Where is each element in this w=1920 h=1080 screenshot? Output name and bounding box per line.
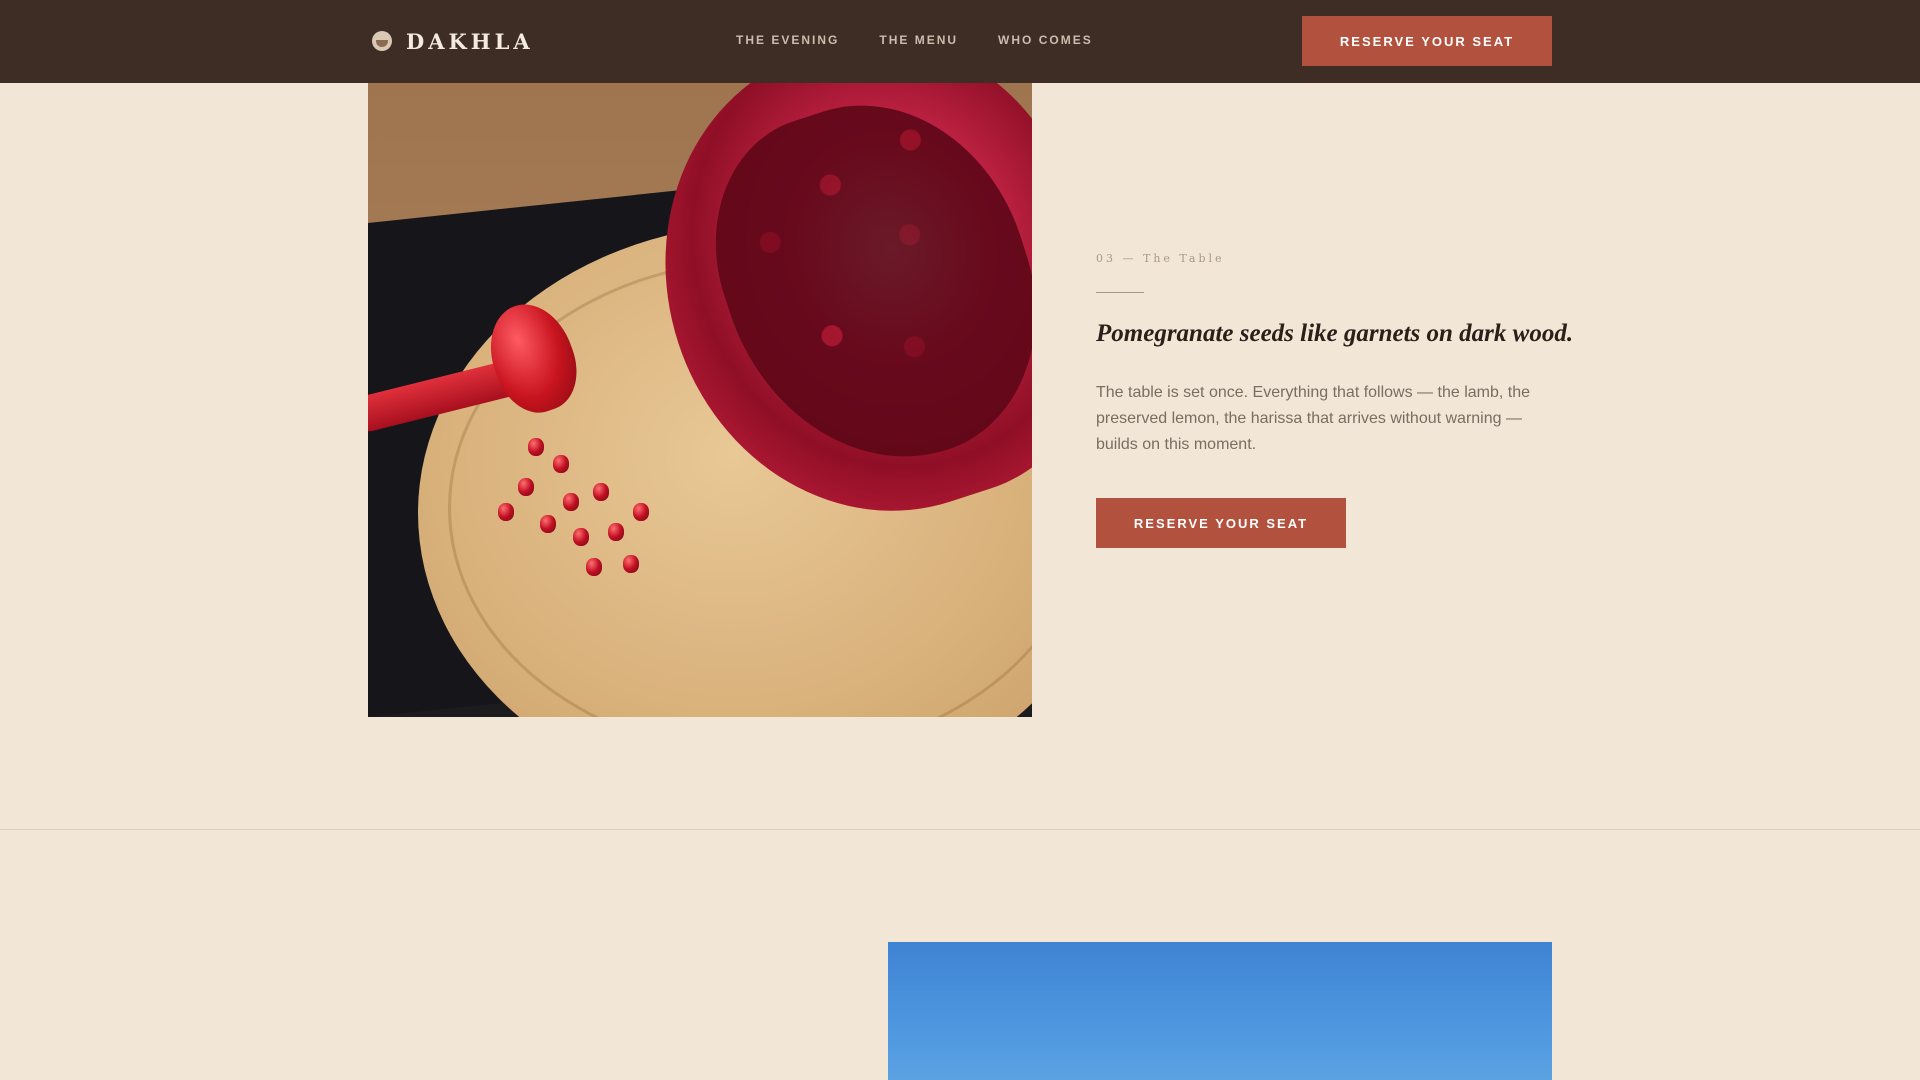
site-header: DAKHLA THE EVENING THE MENU WHO COMES RE… [0,0,1920,83]
pot-icon [372,31,392,51]
nav-link-who-comes[interactable]: WHO COMES [998,33,1093,47]
section-headline: Pomegranate seeds like garnets on dark w… [1096,320,1574,347]
section-rule [1096,292,1144,293]
nav-link-the-menu[interactable]: THE MENU [879,33,958,47]
section-divider [0,829,1920,830]
section-eyebrow: 03 — The Table [1096,252,1225,265]
sky-photo [888,942,1552,1080]
reserve-button[interactable]: RESERVE YOUR SEAT [1096,498,1346,548]
section-body: The table is set once. Everything that f… [1096,384,1530,453]
brand-logo[interactable]: DAKHLA [372,24,534,58]
main-nav: THE EVENING THE MENU WHO COMES [736,33,1133,47]
nav-link-the-evening[interactable]: THE EVENING [736,33,839,47]
brand-name: DAKHLA [406,28,534,54]
pomegranate-photo [368,83,1032,717]
header-reserve-button[interactable]: RESERVE YOUR SEAT [1302,16,1552,66]
